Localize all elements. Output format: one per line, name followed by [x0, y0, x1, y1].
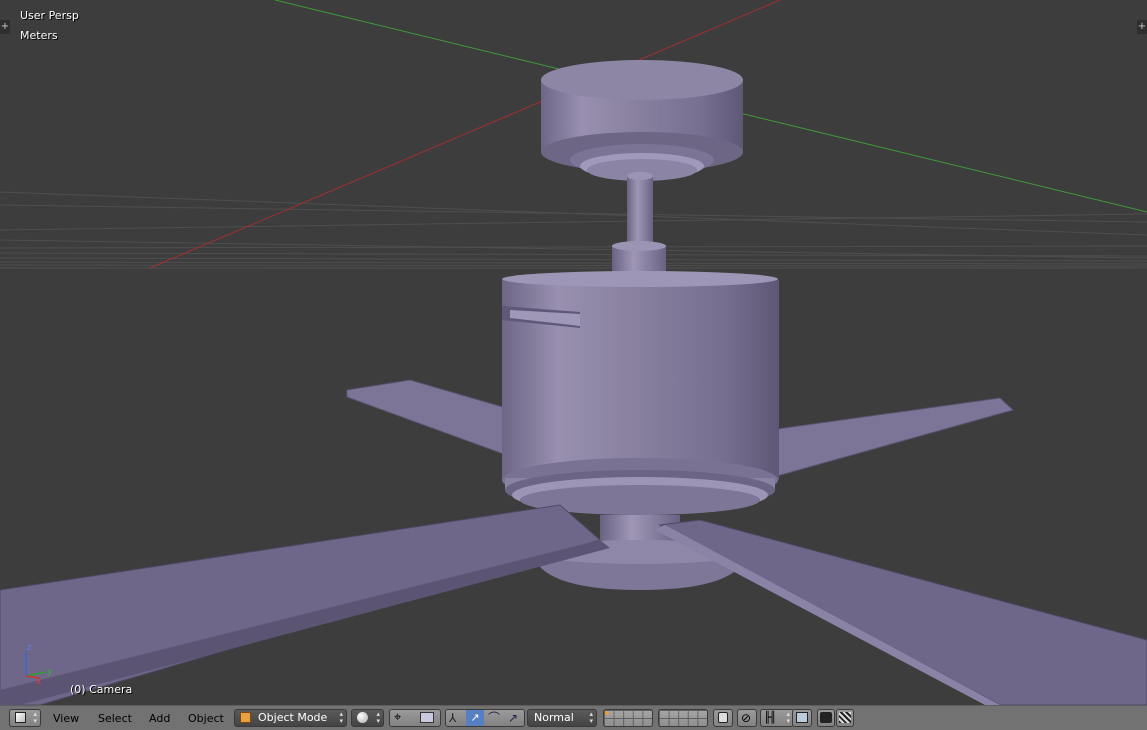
- viewport-header: ▴ ▾ View Select Add Object Object Mode ▴ ▾…: [0, 705, 1147, 730]
- floor-grid: [0, 191, 1147, 269]
- chevron-updown-icon: ▴ ▾: [376, 710, 380, 725]
- mode-label: Object Mode: [258, 711, 328, 724]
- menu-add[interactable]: Add: [149, 711, 170, 727]
- opengl-animation-button[interactable]: [836, 709, 854, 727]
- snap-element-button[interactable]: ╟╢ ▴ ▾: [760, 709, 794, 727]
- layers-group-1[interactable]: [603, 709, 653, 727]
- transform-orientation-select[interactable]: Normal ▴ ▾: [527, 709, 597, 727]
- properties-expand-icon[interactable]: +: [1137, 20, 1147, 34]
- chevron-updown-icon: ▴ ▾: [786, 710, 790, 725]
- scale-manipulator-icon[interactable]: ↗: [508, 710, 518, 726]
- manipulator-center-icon: [420, 712, 434, 723]
- tool-shelf-expand-icon[interactable]: +: [0, 20, 10, 34]
- manipulator-toggle-icon[interactable]: ⅄: [449, 710, 456, 726]
- proportional-edit-button[interactable]: ⊘: [737, 709, 757, 727]
- snap-target-icon: [796, 712, 808, 723]
- opengl-render-button[interactable]: [817, 709, 835, 727]
- gizmo-y-label: y: [47, 667, 53, 677]
- chevron-updown-icon: ▴ ▾: [589, 710, 593, 725]
- solid-shading-icon: [357, 712, 368, 723]
- view-name-label: User Persp: [20, 9, 79, 22]
- blade-right-back: [769, 397, 1014, 479]
- clapperboard-icon: [839, 712, 851, 723]
- editor-type-button[interactable]: ▴ ▾: [9, 709, 41, 727]
- cube-editor-icon: [15, 712, 26, 723]
- chevron-updown-icon: ▴ ▾: [339, 710, 343, 725]
- blade-right-front: [658, 519, 1147, 705]
- camera-render-icon: [820, 712, 832, 723]
- object-mode-icon: [240, 712, 251, 723]
- 3d-viewport[interactable]: z y x User Persp Meters (0) Camera + +: [0, 0, 1147, 705]
- units-label: Meters: [20, 29, 58, 42]
- menu-object[interactable]: Object: [188, 711, 224, 727]
- motor-housing: [502, 271, 779, 515]
- proportional-edit-icon: ⊘: [741, 711, 752, 725]
- manipulator-group: ⅄ ↗ ⌒ ↗: [445, 709, 525, 727]
- menu-view[interactable]: View: [53, 711, 79, 727]
- blade-left-back: [346, 379, 521, 461]
- layers-group-2[interactable]: [658, 709, 708, 727]
- layer-lock-icon: [718, 712, 728, 723]
- snap-increment-icon: ╟╢: [764, 711, 776, 724]
- scene-render[interactable]: z y x: [0, 0, 1147, 705]
- ceiling-canopy: [541, 60, 743, 181]
- translate-manipulator-icon[interactable]: ↗: [466, 710, 484, 726]
- gizmo-z-label: z: [27, 643, 32, 653]
- mode-select[interactable]: Object Mode ▴ ▾: [234, 709, 347, 727]
- snap-target-button[interactable]: [792, 709, 812, 727]
- chevron-updown-icon: ▴ ▾: [33, 710, 37, 725]
- viewport-shading-select[interactable]: ▴ ▾: [351, 709, 384, 727]
- rotate-manipulator-icon[interactable]: ⌒: [488, 710, 500, 726]
- gizmo-x-label: x: [36, 677, 42, 687]
- orientation-label: Normal: [534, 711, 574, 724]
- lock-layers-button[interactable]: [713, 709, 733, 727]
- pivot-point-select[interactable]: ⌖: [389, 709, 441, 727]
- pivot-icon: ⌖: [394, 710, 402, 725]
- object-info-label: (0) Camera: [70, 683, 133, 696]
- menu-select[interactable]: Select: [98, 711, 132, 727]
